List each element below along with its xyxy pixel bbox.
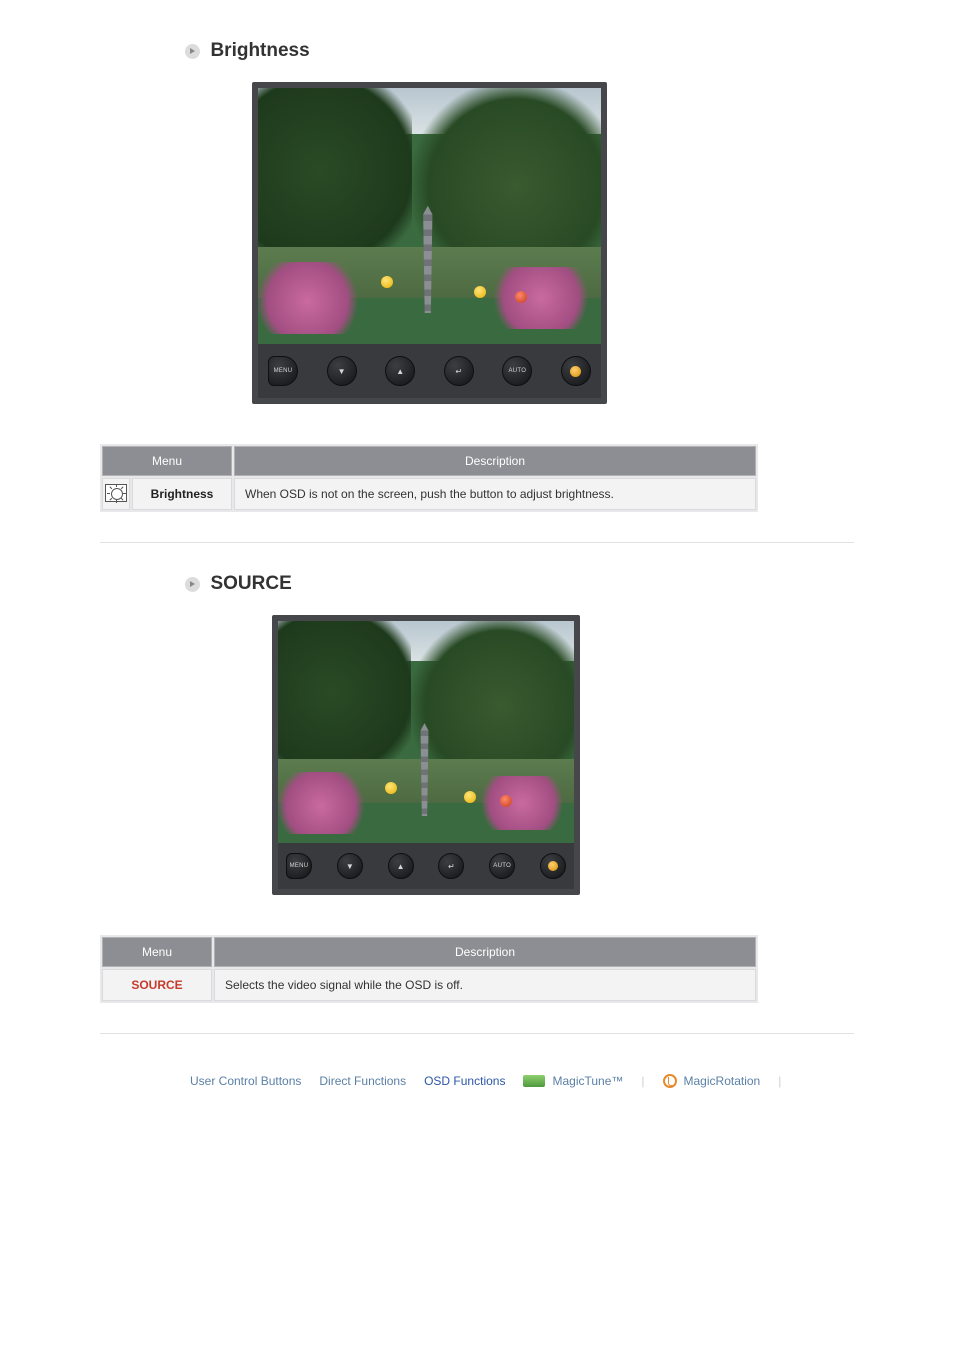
brightness-monitor-screen bbox=[258, 88, 601, 344]
auto-button-label: AUTO bbox=[508, 368, 526, 374]
brightness-row-desc: When OSD is not on the screen, push the … bbox=[234, 478, 756, 510]
nav-magicrotation-label: MagicRotation bbox=[684, 1074, 761, 1088]
brightness-th-menu: Menu bbox=[102, 446, 232, 476]
brightness-heading: Brightness bbox=[210, 40, 309, 61]
bottom-divider bbox=[100, 1033, 854, 1034]
brightness-section: Brightness MENU ▼ ▲ ↵ bbox=[10, 40, 944, 512]
source-monitor: MENU ▼ ▲ ↵ AUTO bbox=[272, 615, 580, 895]
source-th-menu: Menu bbox=[102, 937, 212, 967]
menu-button-label: MENU bbox=[274, 368, 293, 374]
table-row: Brightness When OSD is not on the screen… bbox=[102, 478, 756, 510]
brightness-row-icon-cell bbox=[102, 478, 130, 510]
bottom-nav: User Control Buttons Direct Functions OS… bbox=[190, 1064, 944, 1088]
brightness-heading-row: Brightness bbox=[185, 40, 944, 62]
menu-button[interactable]: MENU bbox=[268, 356, 298, 386]
source-th-desc: Description bbox=[214, 937, 756, 967]
menu-button[interactable]: MENU bbox=[286, 853, 312, 879]
brightness-icon bbox=[105, 484, 127, 502]
source-row-label: SOURCE bbox=[102, 969, 212, 1001]
menu-button-label: MENU bbox=[290, 863, 309, 869]
nav-magictune-label: MagicTune™ bbox=[552, 1074, 623, 1088]
down-icon: ▼ bbox=[346, 862, 354, 871]
down-button[interactable]: ▼ bbox=[337, 853, 363, 879]
auto-button[interactable]: AUTO bbox=[502, 356, 532, 386]
source-heading-row: SOURCE bbox=[185, 573, 944, 595]
brightness-th-desc: Description bbox=[234, 446, 756, 476]
up-button[interactable]: ▲ bbox=[388, 853, 414, 879]
source-row-desc: Selects the video signal while the OSD i… bbox=[214, 969, 756, 1001]
nav-magictune[interactable]: MagicTune™ bbox=[523, 1074, 623, 1088]
down-icon: ▼ bbox=[338, 367, 346, 376]
enter-button[interactable]: ↵ bbox=[444, 356, 474, 386]
nav-direct[interactable]: Direct Functions bbox=[319, 1074, 406, 1088]
enter-button[interactable]: ↵ bbox=[438, 853, 464, 879]
nav-magicrotation[interactable]: MagicRotation bbox=[663, 1074, 761, 1088]
power-icon bbox=[570, 366, 581, 377]
source-monitor-screen bbox=[278, 621, 574, 843]
source-table: Menu Description SOURCE Selects the vide… bbox=[100, 935, 758, 1003]
nav-osd[interactable]: OSD Functions bbox=[424, 1074, 505, 1088]
source-heading: SOURCE bbox=[210, 573, 291, 594]
magicrotation-icon bbox=[663, 1074, 677, 1088]
down-button[interactable]: ▼ bbox=[327, 356, 357, 386]
brightness-table: Menu Description Bri bbox=[100, 444, 758, 512]
table-row: SOURCE Selects the video signal while th… bbox=[102, 969, 756, 1001]
power-button[interactable] bbox=[540, 853, 566, 879]
magictune-icon bbox=[523, 1075, 545, 1087]
power-icon bbox=[548, 861, 558, 871]
up-icon: ▲ bbox=[396, 367, 404, 376]
source-section: SOURCE MENU ▼ ▲ ↵ bbox=[10, 573, 944, 1003]
power-button[interactable] bbox=[561, 356, 591, 386]
nav-separator: | bbox=[778, 1074, 781, 1088]
enter-icon: ↵ bbox=[448, 862, 455, 871]
up-button[interactable]: ▲ bbox=[385, 356, 415, 386]
nav-user-control[interactable]: User Control Buttons bbox=[190, 1074, 301, 1088]
brightness-monitor: MENU ▼ ▲ ↵ AUTO bbox=[252, 82, 607, 404]
nav-separator: | bbox=[641, 1074, 644, 1088]
bullet-icon bbox=[185, 577, 200, 592]
section-divider bbox=[100, 542, 854, 543]
source-monitor-controls: MENU ▼ ▲ ↵ AUTO bbox=[278, 843, 574, 889]
auto-button-label: AUTO bbox=[493, 863, 511, 869]
auto-button[interactable]: AUTO bbox=[489, 853, 515, 879]
enter-icon: ↵ bbox=[455, 367, 462, 376]
up-icon: ▲ bbox=[397, 862, 405, 871]
bullet-icon bbox=[185, 44, 200, 59]
brightness-row-label: Brightness bbox=[132, 478, 232, 510]
brightness-monitor-controls: MENU ▼ ▲ ↵ AUTO bbox=[258, 344, 601, 398]
